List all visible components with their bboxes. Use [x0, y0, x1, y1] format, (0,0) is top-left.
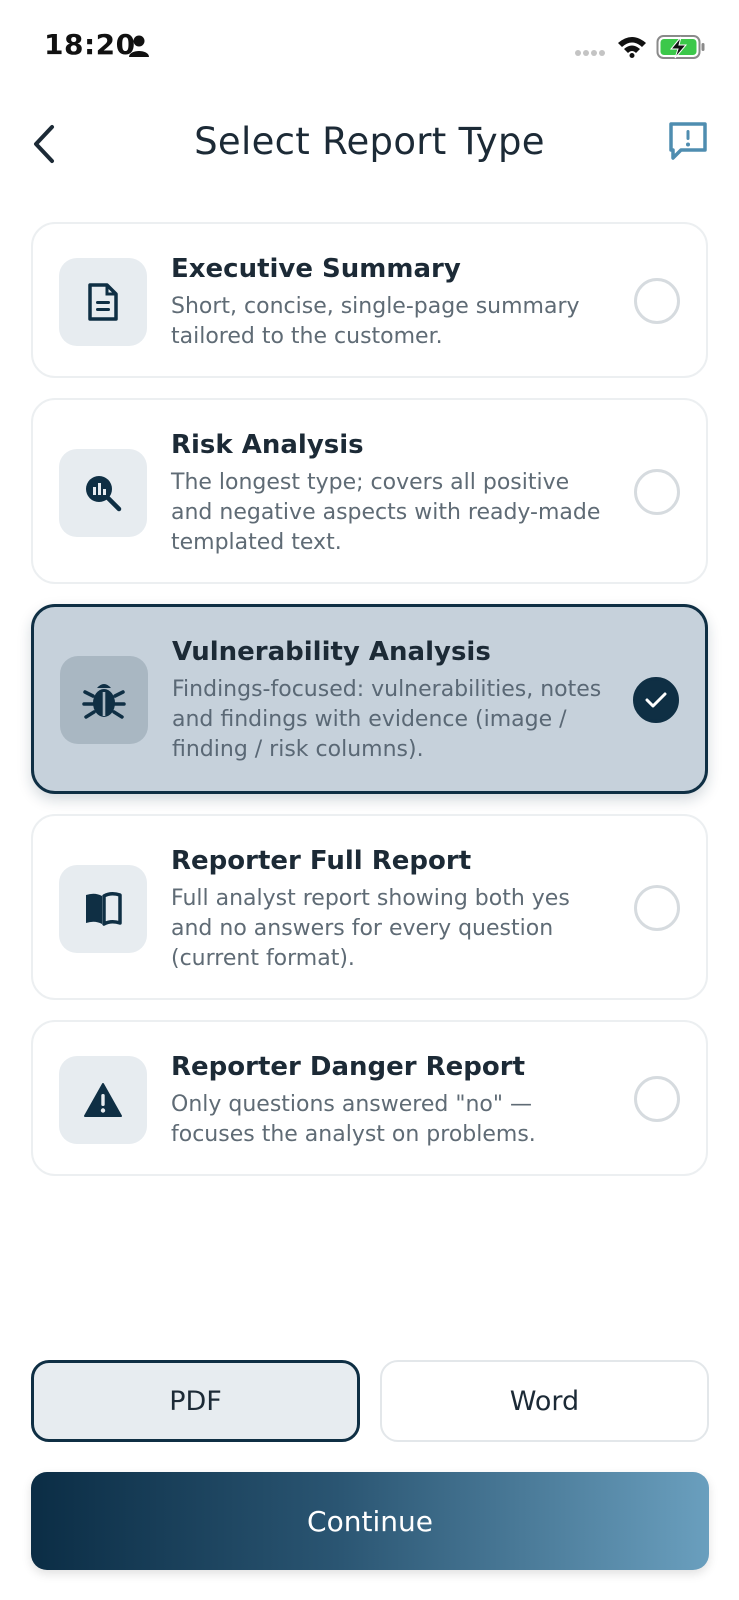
battery-charging-icon	[656, 35, 705, 59]
feedback-icon	[669, 122, 707, 160]
header: Select Report Type	[0, 96, 739, 192]
radio-button[interactable]	[634, 1076, 680, 1122]
card-description: Only questions answered "no" — focuses t…	[171, 1092, 536, 1147]
status-bar: 18:20	[0, 0, 739, 96]
status-time: 18:20	[44, 28, 136, 61]
screen: 18:20 Select Report Type Executive Summa…	[0, 0, 739, 1600]
check-icon	[645, 692, 667, 708]
document-icon	[88, 283, 118, 321]
card-title: Risk Analysis	[171, 430, 364, 460]
report-card-vulnerability-analysis[interactable]: Vulnerability Analysis Findings-focused:…	[31, 604, 708, 794]
report-card-reporter-full-report[interactable]: Reporter Full Report Full analyst report…	[31, 814, 708, 1000]
report-card-reporter-danger-report[interactable]: Reporter Danger Report Only questions an…	[31, 1020, 708, 1176]
format-word-button[interactable]: Word	[380, 1360, 709, 1442]
book-icon	[86, 891, 122, 926]
card-description: Short, concise, single-page summary tail…	[171, 294, 580, 349]
feedback-button[interactable]	[665, 118, 711, 164]
report-card-risk-analysis[interactable]: Risk Analysis The longest type; covers a…	[31, 398, 708, 584]
warning-icon	[84, 1083, 122, 1117]
report-card-executive-summary[interactable]: Executive Summary Short, concise, single…	[31, 222, 708, 378]
card-icon-box	[59, 449, 147, 537]
wifi-icon	[618, 37, 646, 58]
signal-icon	[575, 50, 605, 56]
card-icon-box	[59, 1056, 147, 1144]
person-icon	[129, 35, 149, 57]
continue-button[interactable]: Continue	[31, 1472, 709, 1570]
card-title: Vulnerability Analysis	[172, 637, 491, 667]
radio-button[interactable]	[634, 885, 680, 931]
card-icon-box	[59, 258, 147, 346]
format-pdf-button[interactable]: PDF	[31, 1360, 360, 1442]
radio-button[interactable]	[634, 278, 680, 324]
radio-button[interactable]	[634, 469, 680, 515]
page-title: Select Report Type	[194, 120, 545, 163]
card-title: Reporter Full Report	[171, 846, 472, 876]
bug-icon	[82, 684, 126, 719]
card-icon-box	[59, 865, 147, 953]
card-title: Reporter Danger Report	[171, 1052, 526, 1082]
card-description: Full analyst report showing both yes and…	[171, 886, 570, 971]
card-icon-box	[60, 656, 148, 744]
card-description: Findings-focused: vulnerabilities, notes…	[172, 677, 602, 762]
card-title: Executive Summary	[171, 254, 461, 284]
card-description: The longest type; covers all positive an…	[171, 470, 601, 555]
magnifier-chart-icon	[86, 476, 122, 512]
radio-button-checked[interactable]	[633, 677, 679, 723]
